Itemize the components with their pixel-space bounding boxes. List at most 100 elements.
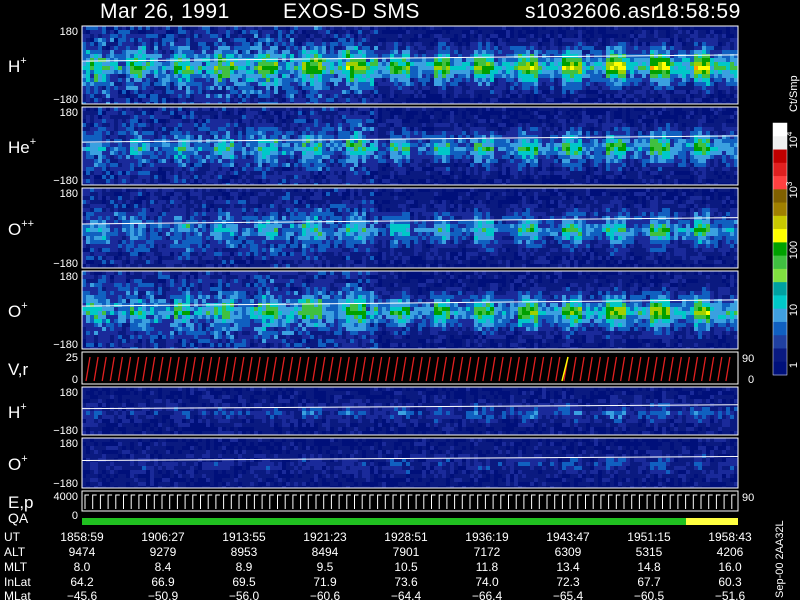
heatmap-cell: [602, 42, 606, 46]
heatmap-cell: [290, 127, 294, 131]
heatmap-cell: [618, 90, 622, 94]
heatmap-cell: [342, 127, 346, 131]
heatmap-cell: [598, 46, 602, 50]
heatmap-cell: [394, 163, 398, 167]
heatmap-cell: [318, 42, 322, 46]
heatmap-cell: [198, 42, 202, 46]
heatmap-cell: [242, 42, 246, 46]
heatmap-cell: [90, 86, 94, 90]
heatmap-cell: [338, 147, 342, 151]
heatmap-cell: [214, 38, 218, 42]
heatmap-cell: [638, 50, 642, 54]
heatmap-cell: [502, 86, 506, 90]
heatmap-cell: [322, 82, 326, 86]
heatmap-cell: [150, 131, 154, 135]
heatmap-cell: [214, 42, 218, 46]
heatmap-cell: [242, 107, 246, 111]
heatmap-cell: [350, 26, 354, 30]
heatmap-cell: [158, 38, 162, 42]
heatmap-cell: [542, 26, 546, 30]
heatmap-cell: [518, 34, 522, 38]
heatmap-cell: [386, 78, 390, 82]
heatmap-cell: [134, 70, 138, 74]
heatmap-cell: [154, 50, 158, 54]
heatmap-cell: [386, 46, 390, 50]
heatmap-cell: [150, 163, 154, 167]
heatmap-cell: [530, 38, 534, 42]
heatmap-cell: [406, 119, 410, 123]
heatmap-cell: [650, 86, 654, 90]
heatmap-cell: [578, 70, 582, 74]
heatmap-cell: [190, 119, 194, 123]
heatmap-cell: [134, 159, 138, 163]
heatmap-cell: [210, 107, 214, 111]
heatmap-cell: [398, 94, 402, 98]
heatmap-cell: [186, 171, 190, 175]
heatmap-cell: [94, 86, 98, 90]
heatmap-cell: [222, 147, 226, 151]
heatmap-cell: [138, 159, 142, 163]
heatmap-cell: [578, 62, 582, 66]
heatmap-cell: [622, 30, 626, 34]
heatmap-cell: [414, 78, 418, 82]
heatmap-cell: [342, 62, 346, 66]
heatmap-cell: [114, 127, 118, 131]
heatmap-cell: [586, 30, 590, 34]
heatmap-cell: [626, 30, 630, 34]
heatmap-cell: [218, 179, 222, 183]
heatmap-cell: [142, 34, 146, 38]
heatmap-cell: [98, 123, 102, 127]
heatmap-cell: [638, 90, 642, 94]
heatmap-cell: [314, 127, 318, 131]
heatmap-cell: [410, 175, 414, 179]
heatmap-cell: [158, 66, 162, 70]
heatmap-cell: [482, 42, 486, 46]
heatmap-cell: [170, 119, 174, 123]
heatmap-cell: [394, 119, 398, 123]
heatmap-cell: [210, 30, 214, 34]
heatmap-cell: [98, 82, 102, 86]
heatmap-cell: [190, 74, 194, 78]
heatmap-cell: [166, 147, 170, 151]
heatmap-cell: [182, 167, 186, 171]
heatmap-cell: [250, 151, 254, 155]
heatmap-cell: [398, 54, 402, 58]
heatmap-cell: [194, 147, 198, 151]
heatmap-cell: [206, 82, 210, 86]
heatmap-cell: [478, 86, 482, 90]
heatmap-cell: [334, 119, 338, 123]
heatmap-cell: [138, 70, 142, 74]
heatmap-cell: [210, 42, 214, 46]
heatmap-cell: [226, 163, 230, 167]
heatmap-cell: [190, 34, 194, 38]
heatmap-cell: [342, 143, 346, 147]
heatmap-cell: [230, 151, 234, 155]
heatmap-cell: [166, 135, 170, 139]
heatmap-cell: [338, 90, 342, 94]
heatmap-cell: [298, 107, 302, 111]
heatmap-cell: [82, 155, 86, 159]
heatmap-cell: [666, 78, 670, 82]
heatmap-cell: [502, 70, 506, 74]
heatmap-cell: [298, 115, 302, 119]
heatmap-cell: [454, 58, 458, 62]
heatmap-cell: [102, 70, 106, 74]
heatmap-cell: [490, 94, 494, 98]
heatmap-cell: [174, 82, 178, 86]
heatmap-cell: [98, 111, 102, 115]
heatmap-cell: [602, 38, 606, 42]
heatmap-cell: [626, 74, 630, 78]
heatmap-cell: [526, 82, 530, 86]
heatmap-cell: [222, 171, 226, 175]
heatmap-cell: [634, 30, 638, 34]
heatmap-cell: [206, 147, 210, 151]
heatmap-cell: [686, 98, 690, 102]
heatmap-cell: [494, 90, 498, 94]
heatmap-cell: [642, 46, 646, 50]
heatmap-cell: [114, 151, 118, 155]
heatmap-cell: [402, 147, 406, 151]
heatmap-cell: [334, 107, 338, 111]
heatmap-cell: [346, 131, 350, 135]
heatmap-cell: [322, 62, 326, 66]
heatmap-cell: [698, 34, 702, 38]
